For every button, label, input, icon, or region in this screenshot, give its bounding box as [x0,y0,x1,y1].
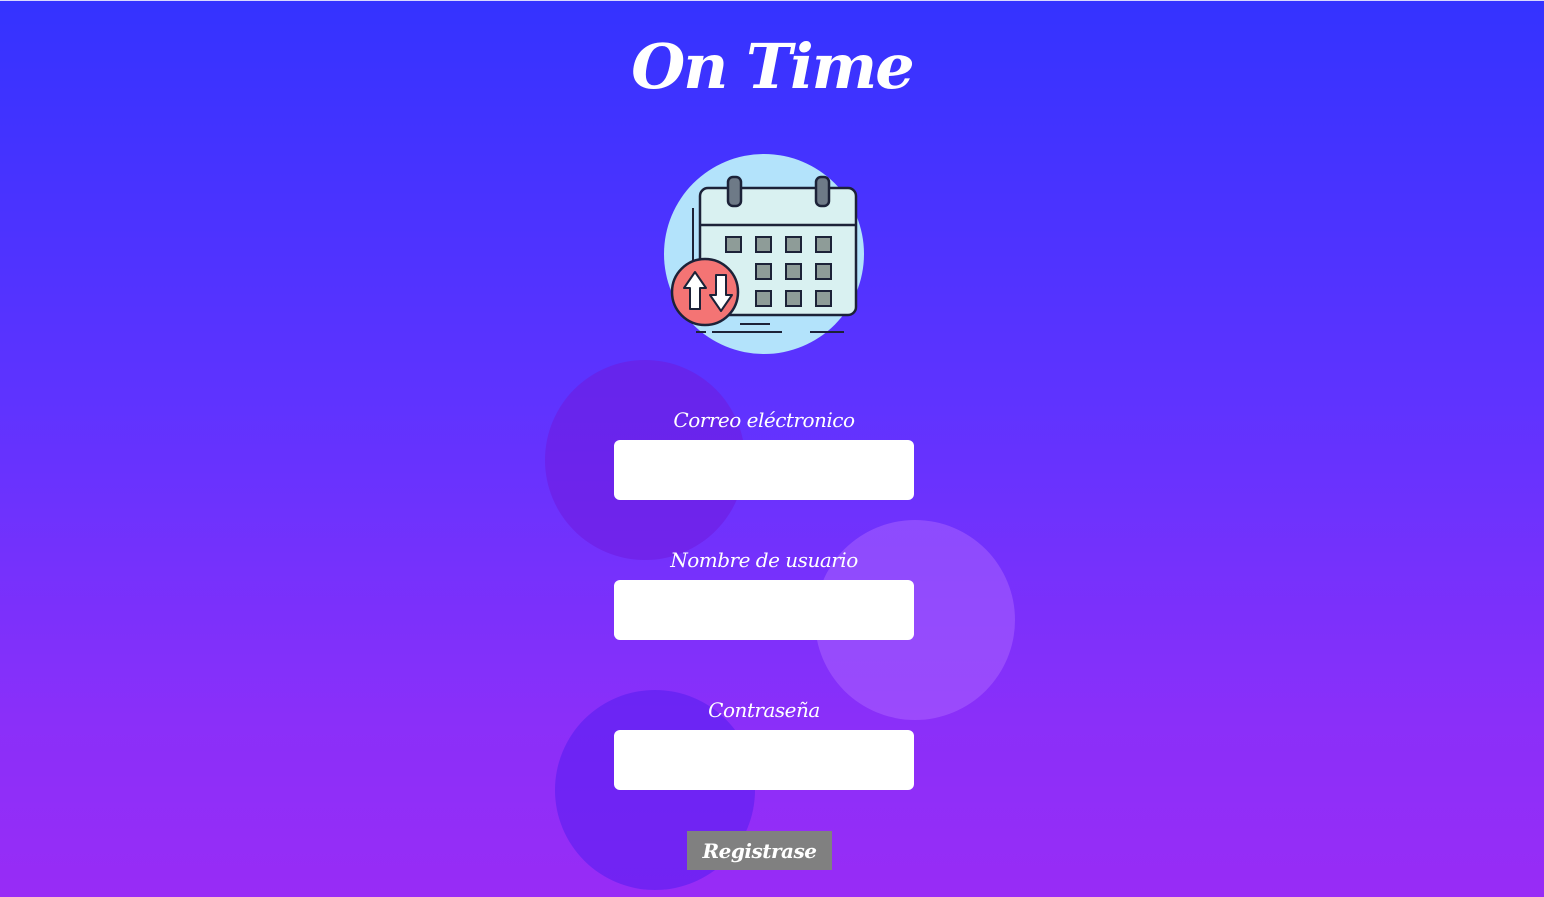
register-button[interactable]: Registrase [687,831,832,870]
password-field[interactable] [614,730,914,790]
password-label: Contraseña [708,698,820,722]
calendar-sync-icon [664,154,864,354]
email-field[interactable] [614,440,914,500]
email-label: Correo eléctronico [673,408,855,432]
username-label: Nombre de usuario [670,548,858,572]
username-field[interactable] [614,580,914,640]
app-title: On Time [631,30,914,103]
top-border [0,0,1544,1]
